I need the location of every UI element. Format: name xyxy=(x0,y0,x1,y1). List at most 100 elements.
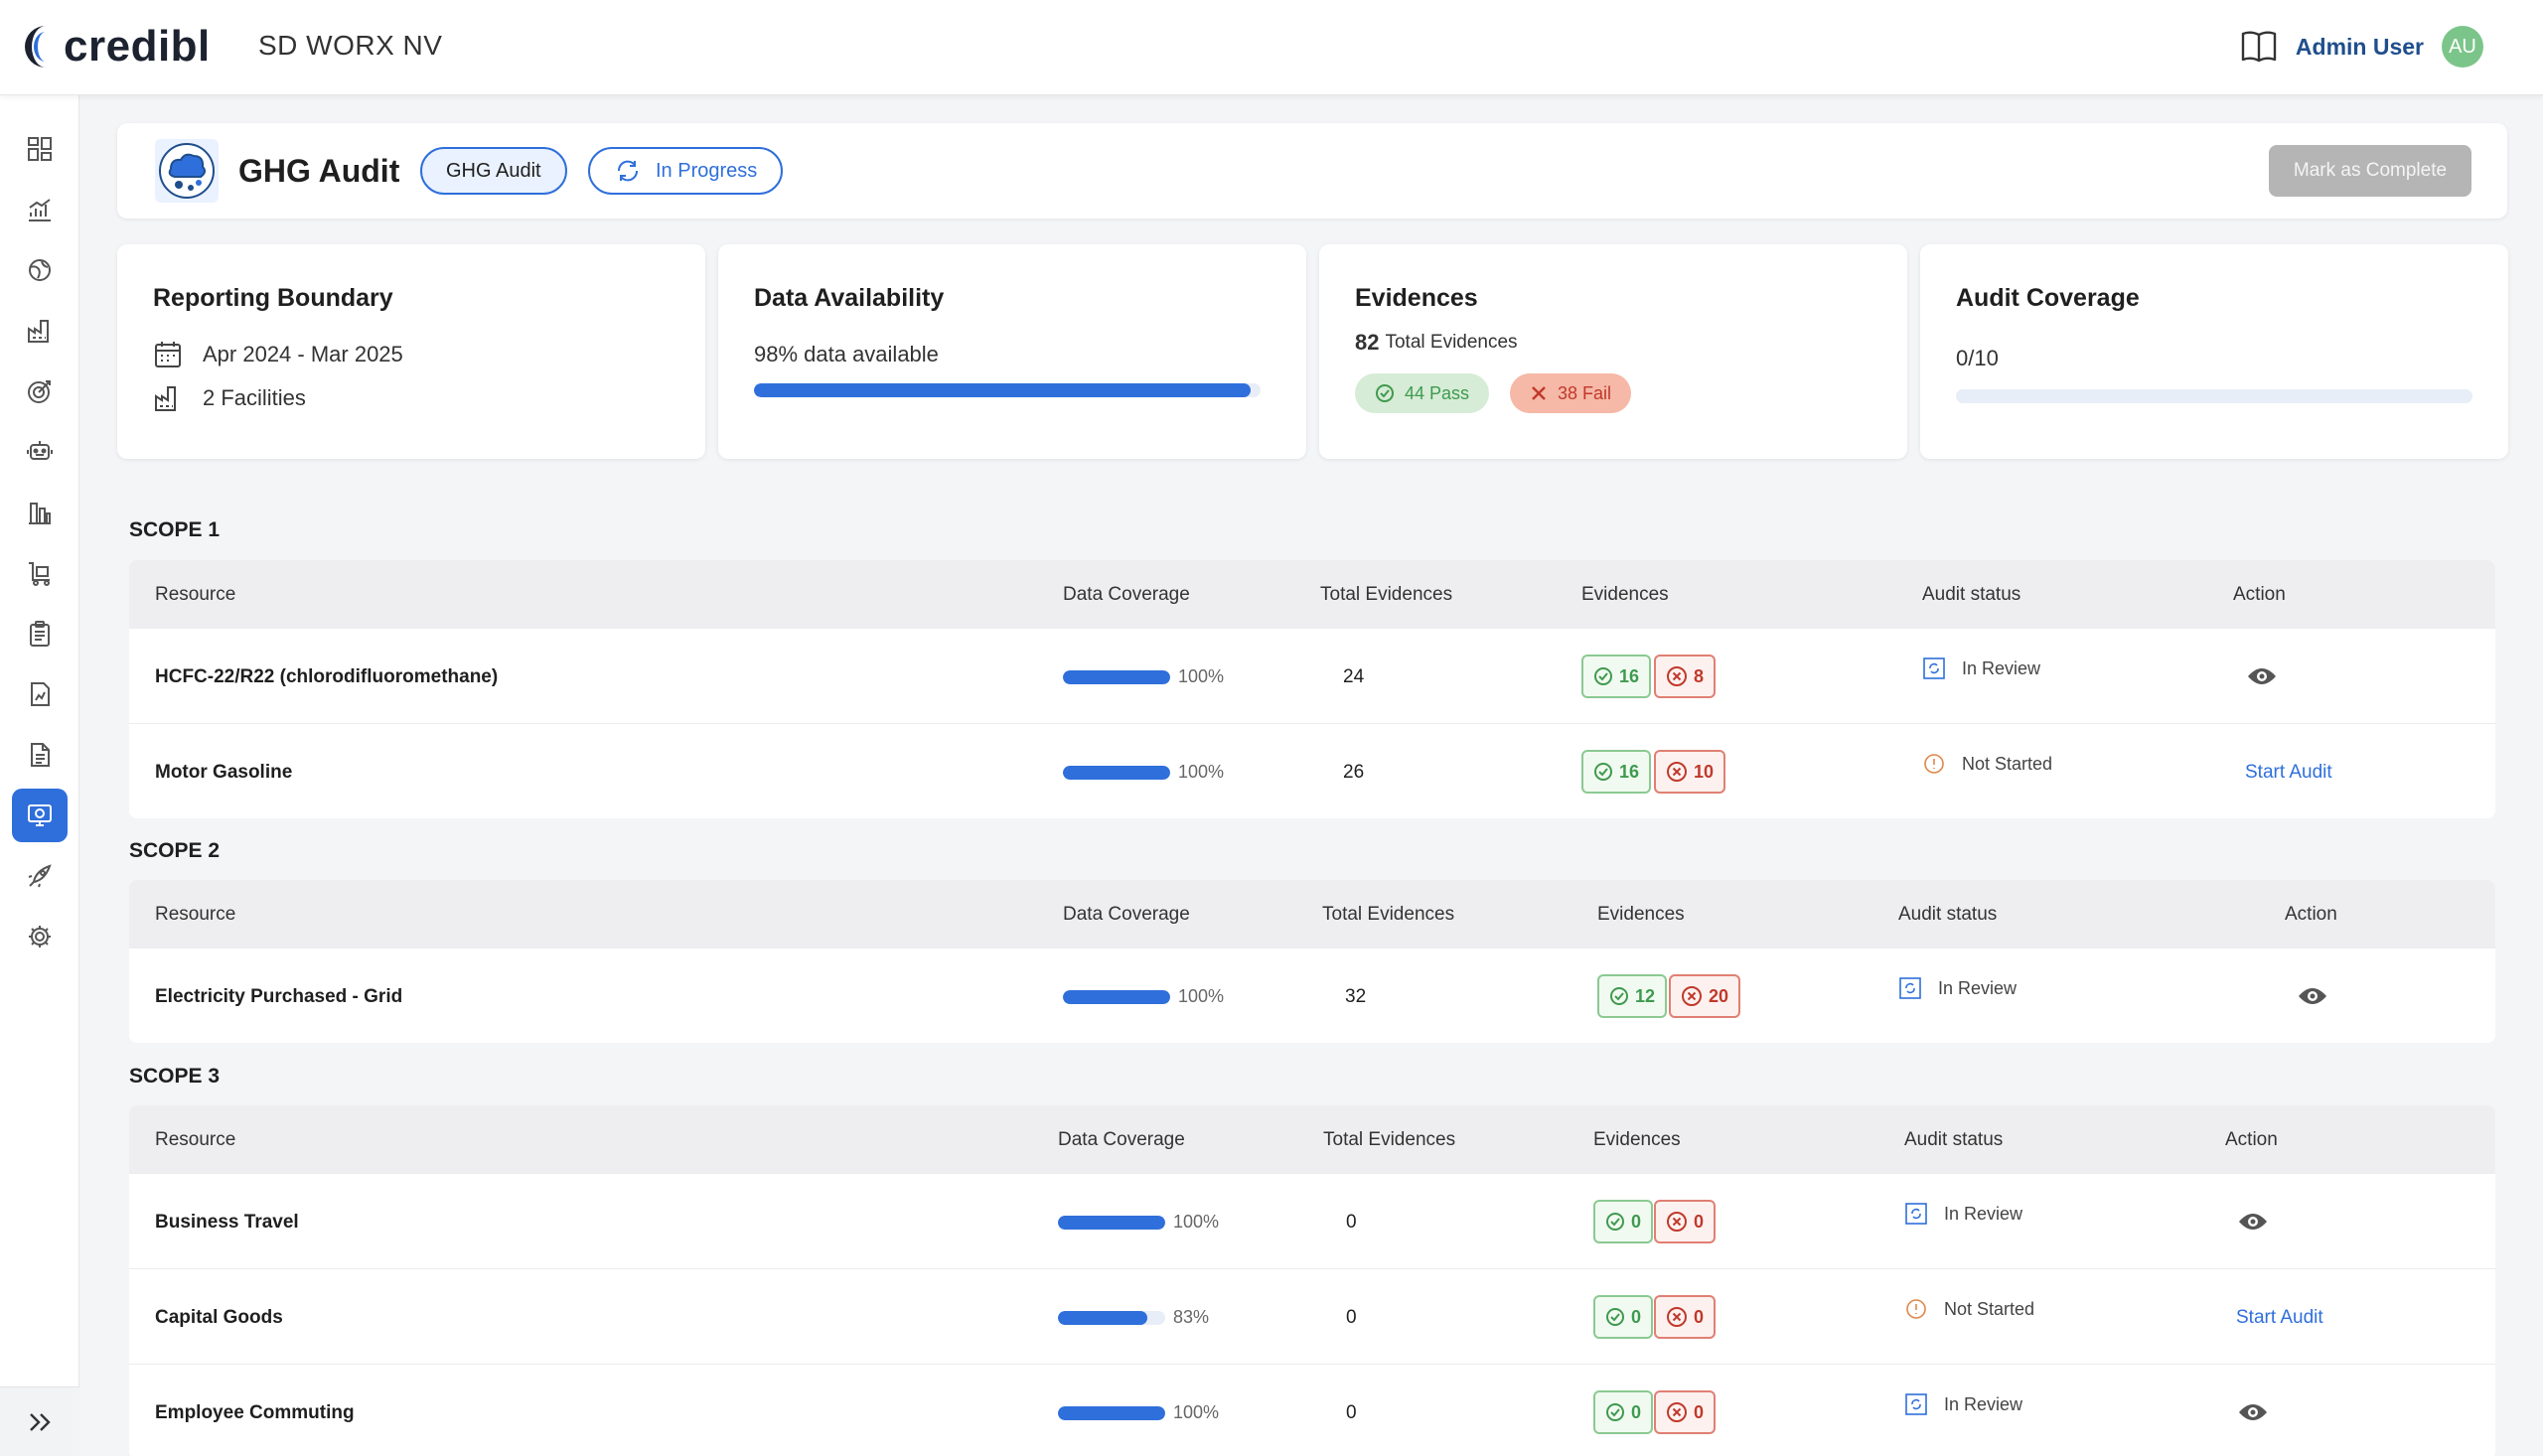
col-status: Audit status xyxy=(1904,1129,2004,1150)
col-action: Action xyxy=(2225,1129,2278,1150)
document-icon xyxy=(31,743,50,767)
review-icon xyxy=(1923,657,1945,679)
sidebar-item-supply-chain[interactable] xyxy=(12,546,68,600)
avatar[interactable]: AU xyxy=(2442,26,2483,68)
scope-3-table: Resource Data Coverage Total Evidences E… xyxy=(129,1105,2495,1456)
coverage-bar xyxy=(1063,669,1170,684)
coverage-bar-fill xyxy=(1058,1215,1165,1230)
coverage-bar-fill xyxy=(1063,989,1170,1004)
col-resource: Resource xyxy=(155,1129,236,1150)
logo-mark-icon xyxy=(25,26,46,68)
factory-icon xyxy=(28,320,49,343)
sidebar xyxy=(0,95,79,1456)
coverage-value: 100% xyxy=(1178,666,1225,686)
pass-count-badge[interactable]: 0 xyxy=(1593,1390,1654,1434)
rocket-icon xyxy=(28,864,52,888)
refresh-icon xyxy=(617,160,639,182)
fail-count-badge[interactable]: 20 xyxy=(1669,974,1741,1018)
chart-icon xyxy=(29,199,51,221)
pass-count-badge[interactable]: 12 xyxy=(1597,974,1668,1018)
pass-count: 0 xyxy=(1631,1306,1642,1327)
status-label: In Progress xyxy=(656,159,758,182)
audit-status: In Review xyxy=(1922,656,2040,680)
start-audit-link[interactable]: Start Audit xyxy=(2236,1307,2323,1329)
fail-count: 0 xyxy=(1694,1306,1705,1327)
x-circle-icon xyxy=(1667,1402,1687,1422)
sidebar-item-reports[interactable] xyxy=(12,667,68,721)
fail-count: 0 xyxy=(1694,1401,1705,1422)
table-row: Electricity Purchased - Grid 100% 32 12 … xyxy=(129,947,2495,1043)
col-coverage: Data Coverage xyxy=(1058,1129,1185,1150)
user-name[interactable]: Admin User xyxy=(2296,34,2424,61)
col-action: Action xyxy=(2285,904,2337,925)
sidebar-item-launch[interactable] xyxy=(12,849,68,903)
pass-count-badge[interactable]: 0 xyxy=(1593,1295,1654,1339)
sidebar-item-tasks[interactable] xyxy=(12,607,68,660)
eye-icon[interactable] xyxy=(2237,1400,2269,1424)
table-header: Resource Data Coverage Total Evidences E… xyxy=(129,1105,2495,1173)
sidebar-expand-button[interactable] xyxy=(0,1386,79,1456)
col-resource: Resource xyxy=(155,584,236,605)
close-icon xyxy=(1532,386,1546,400)
pass-count-badge[interactable]: 0 xyxy=(1593,1200,1654,1243)
fail-count-badge[interactable]: 8 xyxy=(1654,655,1717,698)
check-circle-icon xyxy=(1594,667,1612,685)
fail-count-badge[interactable]: 0 xyxy=(1654,1295,1717,1339)
sidebar-item-globe[interactable] xyxy=(12,243,68,297)
pass-count-badge[interactable]: 16 xyxy=(1581,750,1652,794)
availability-bar xyxy=(754,383,1261,397)
card-title: Data Availability xyxy=(754,284,945,312)
dashboard-icon xyxy=(28,137,52,161)
mark-complete-button[interactable]: Mark as Complete xyxy=(2269,145,2471,197)
book-icon[interactable] xyxy=(2240,30,2278,64)
x-circle-icon xyxy=(1667,762,1687,782)
col-coverage: Data Coverage xyxy=(1063,584,1190,605)
sidebar-item-analytics[interactable] xyxy=(12,183,68,236)
audit-icon xyxy=(28,804,52,826)
cart-icon xyxy=(29,562,50,586)
audit-status: In Review xyxy=(1898,976,2017,1000)
eye-icon[interactable] xyxy=(2246,664,2278,688)
eye-icon[interactable] xyxy=(2297,984,2328,1008)
data-availability-card: Data Availability 98% data available xyxy=(718,244,1306,459)
col-evidences: Evidences xyxy=(1581,584,1669,605)
reporting-period: Apr 2024 - Mar 2025 xyxy=(203,342,403,366)
scope-1-table: Resource Data Coverage Total Evidences E… xyxy=(129,560,2495,818)
page-title: GHG Audit xyxy=(238,153,400,189)
sidebar-item-targets[interactable] xyxy=(12,364,68,418)
sidebar-item-assistant[interactable] xyxy=(12,425,68,479)
scope-2-label: SCOPE 2 xyxy=(129,839,221,862)
fail-count: 8 xyxy=(1694,665,1705,686)
sidebar-item-documents[interactable] xyxy=(12,728,68,782)
resource-name: Motor Gasoline xyxy=(155,762,293,783)
fail-count-badge[interactable]: 0 xyxy=(1654,1200,1717,1243)
resource-name: Electricity Purchased - Grid xyxy=(155,986,403,1007)
scope-1-label: SCOPE 1 xyxy=(129,518,221,541)
col-resource: Resource xyxy=(155,904,236,925)
coverage-bar-fill xyxy=(1058,1310,1147,1325)
sidebar-item-dashboard[interactable] xyxy=(12,122,68,176)
scope-3-label: SCOPE 3 xyxy=(129,1065,221,1088)
table-row: HCFC-22/R22 (chlorodifluoromethane) 100%… xyxy=(129,628,2495,723)
sidebar-item-facilities[interactable] xyxy=(12,304,68,358)
status-text: In Review xyxy=(1944,1393,2023,1414)
fail-count-badge[interactable]: 10 xyxy=(1654,750,1726,794)
chevrons-right-icon xyxy=(30,1412,51,1431)
credibl-logo[interactable]: credibl xyxy=(24,22,211,72)
availability-text: 98% data available xyxy=(754,342,939,366)
col-total: Total Evidences xyxy=(1320,584,1453,605)
info-icon xyxy=(1924,754,1944,774)
fail-count: 38 Fail xyxy=(1558,382,1612,403)
pass-count: 0 xyxy=(1631,1211,1642,1232)
sidebar-item-buildings[interactable] xyxy=(12,486,68,539)
review-icon xyxy=(1899,977,1921,999)
audit-status-badge: In Progress xyxy=(588,147,784,195)
card-title: Audit Coverage xyxy=(1956,284,2140,312)
start-audit-link[interactable]: Start Audit xyxy=(2245,762,2332,784)
sidebar-item-settings[interactable] xyxy=(12,910,68,963)
pass-count-badge[interactable]: 16 xyxy=(1581,655,1652,698)
check-circle-icon xyxy=(1610,987,1628,1005)
eye-icon[interactable] xyxy=(2237,1210,2269,1234)
sidebar-item-audit[interactable] xyxy=(12,789,68,842)
fail-count-badge[interactable]: 0 xyxy=(1654,1390,1717,1434)
